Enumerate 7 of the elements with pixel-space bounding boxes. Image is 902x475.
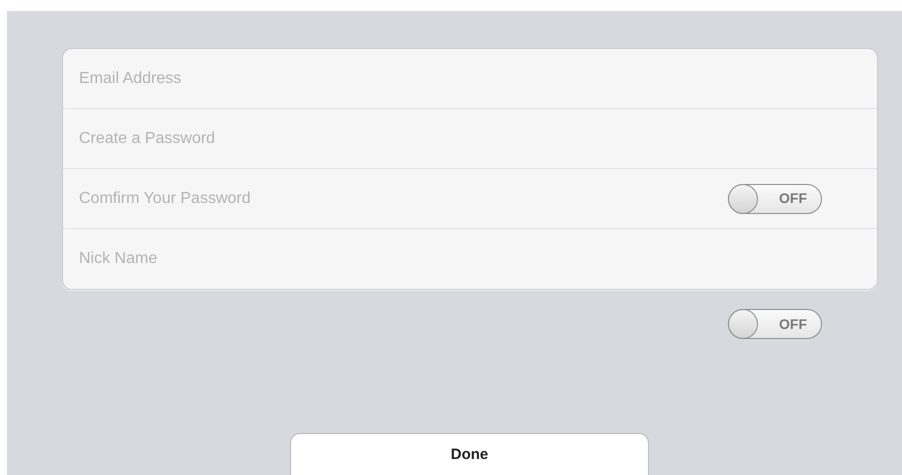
toggle-switch[interactable]: OFF	[728, 184, 822, 214]
input-field[interactable]: Create a Password	[79, 126, 822, 150]
input-field[interactable]: Nick Name	[79, 247, 822, 271]
toggle-switch[interactable]: OFF	[728, 309, 822, 339]
done-button[interactable]: Done	[290, 433, 649, 475]
input-field[interactable]: Comfirm Your Password	[79, 186, 728, 210]
input-field[interactable]: Email Address	[79, 66, 822, 90]
